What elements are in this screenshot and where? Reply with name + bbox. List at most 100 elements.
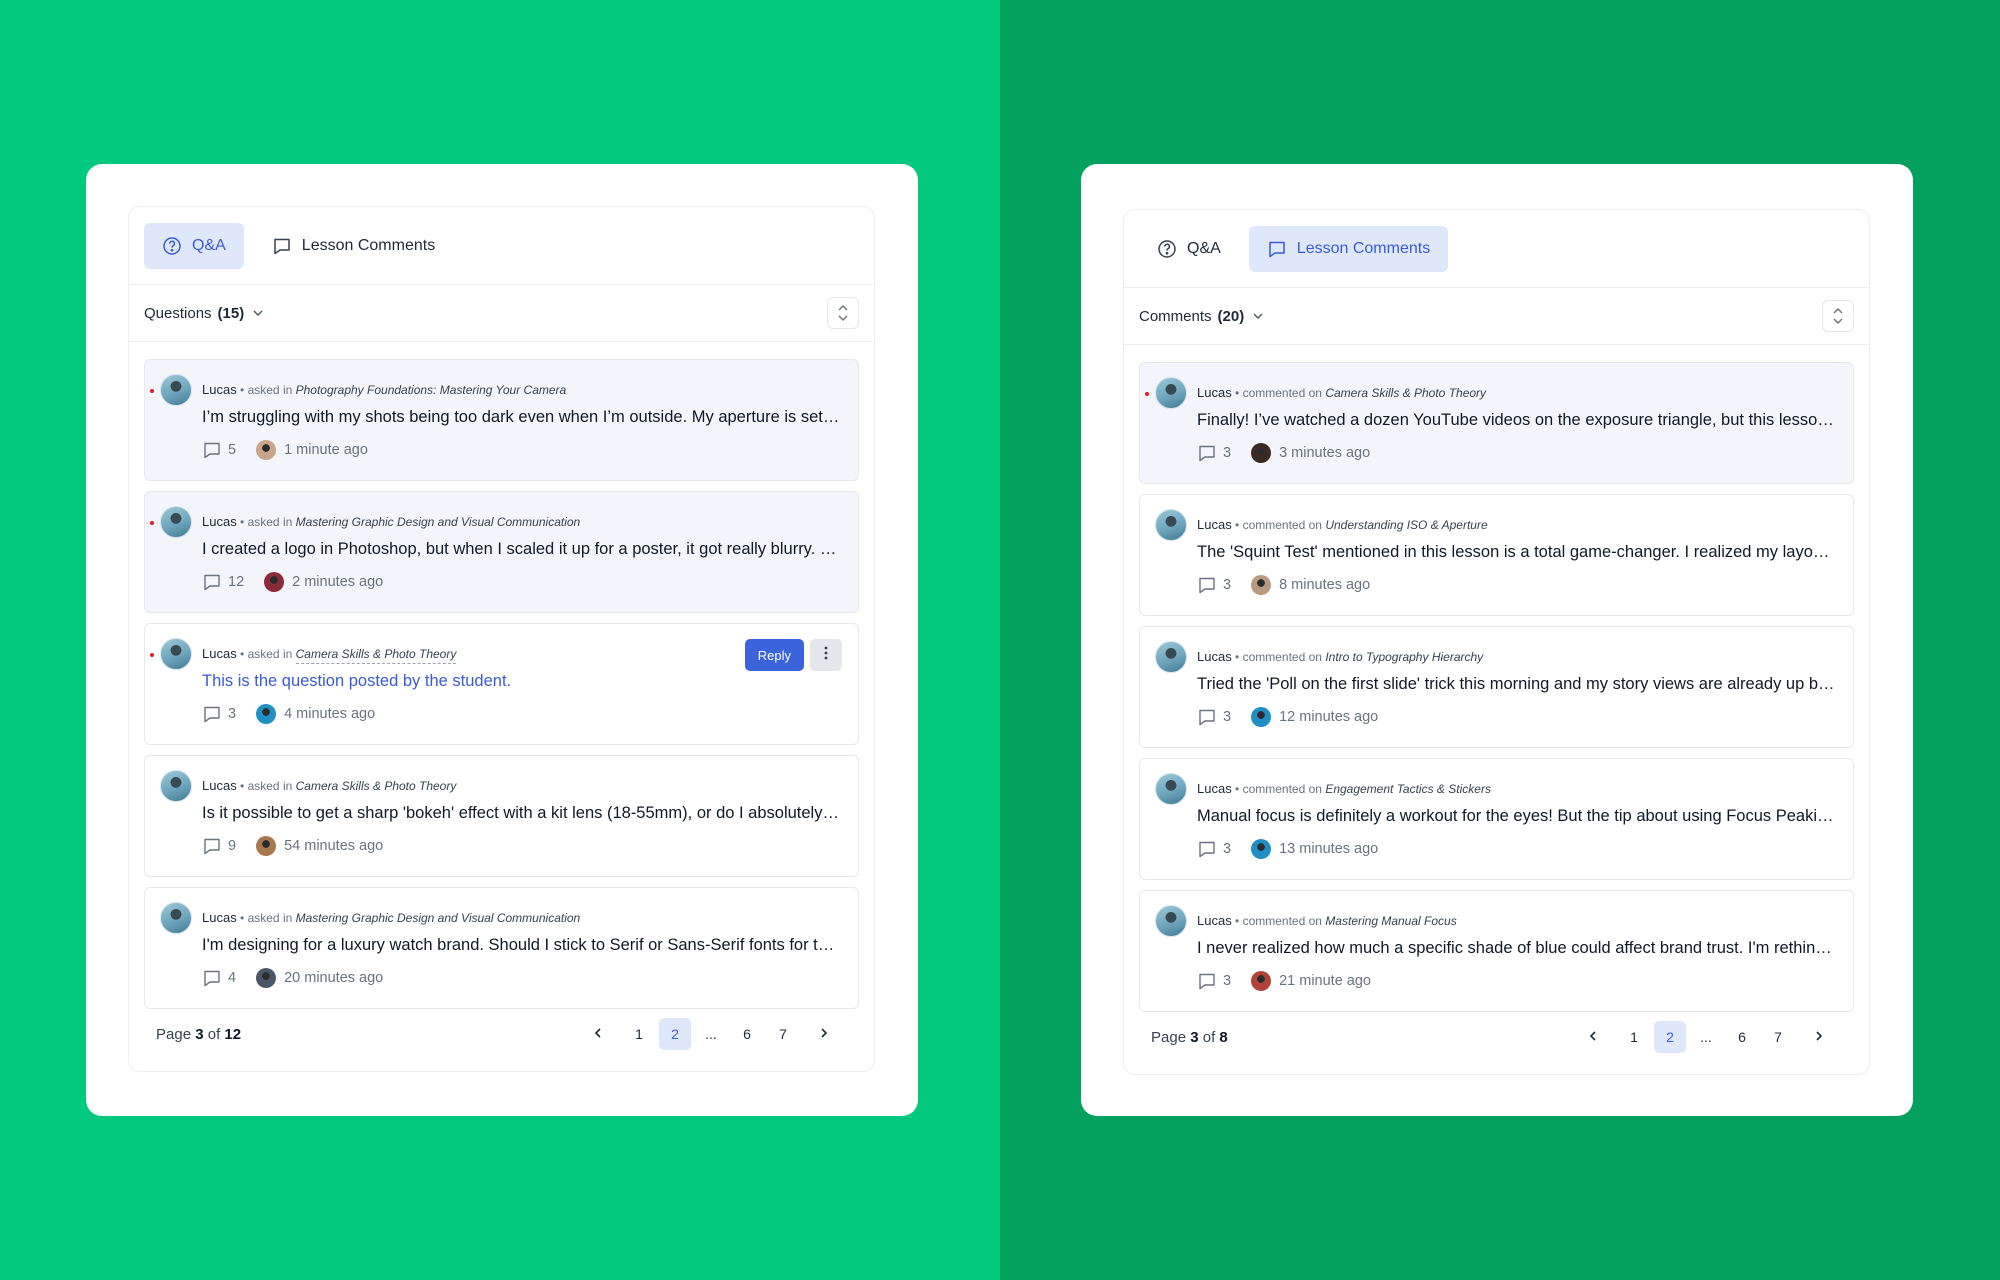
question-item[interactable]: Lucas • asked in Camera Skills & Photo T… <box>144 623 859 745</box>
more-options-button[interactable] <box>810 639 842 671</box>
prev-page-button[interactable] <box>1572 1021 1614 1053</box>
tab-lesson-comments[interactable]: Lesson Comments <box>1248 225 1449 272</box>
timestamp: 12 minutes ago <box>1279 709 1379 725</box>
item-text[interactable]: I'm designing for a luxury watch brand. … <box>202 936 842 955</box>
course-link[interactable]: Engagement Tactics & Stickers <box>1325 782 1491 796</box>
question-list: Lucas • asked in Photography Foundations… <box>129 342 874 1009</box>
author-name[interactable]: Lucas <box>1197 649 1232 664</box>
page-nav: 1 2... 6 7 <box>1572 1021 1840 1053</box>
tab-qa[interactable]: Q&A <box>1139 226 1239 272</box>
author-name[interactable]: Lucas <box>202 910 237 925</box>
course-link[interactable]: Intro to Typography Hierarchy <box>1325 650 1483 664</box>
sort-button[interactable] <box>1822 300 1854 332</box>
item-stats: 9 54 minutes ago <box>202 836 383 856</box>
comment-item[interactable]: Lucas • commented on Engagement Tactics … <box>1139 758 1854 880</box>
author-name[interactable]: Lucas <box>202 646 237 661</box>
next-page-button[interactable] <box>803 1018 845 1050</box>
author-name[interactable]: Lucas <box>202 514 237 529</box>
course-link[interactable]: Mastering Graphic Design and Visual Comm… <box>296 515 581 529</box>
comment-item[interactable]: Lucas • commented on Camera Skills & Pho… <box>1139 362 1854 484</box>
comment-icon <box>202 836 222 856</box>
last-reply-avatar <box>256 440 277 460</box>
filter-label: Comments <box>1139 307 1212 325</box>
avatar[interactable] <box>160 374 192 406</box>
item-text[interactable]: I never realized how much a specific sha… <box>1197 939 1837 958</box>
author-name[interactable]: Lucas <box>202 382 237 397</box>
item-text[interactable]: The 'Squint Test' mentioned in this less… <box>1197 543 1837 562</box>
tab-qa[interactable]: Q&A <box>144 222 244 269</box>
tab-lesson-comments[interactable]: Lesson Comments <box>254 223 453 269</box>
question-item[interactable]: Lucas • asked in Mastering Graphic Desig… <box>144 491 859 613</box>
item-actions: Reply <box>744 639 842 671</box>
last-reply-avatar <box>1251 707 1272 727</box>
page-button[interactable]: 6 <box>731 1018 763 1050</box>
comment-icon <box>1197 575 1217 595</box>
page-button[interactable]: 1 <box>1618 1021 1650 1053</box>
author-name[interactable]: Lucas <box>1197 385 1232 400</box>
meta-verb: • asked in <box>240 515 293 529</box>
avatar[interactable] <box>1155 773 1187 805</box>
author-name[interactable]: Lucas <box>1197 913 1232 928</box>
course-link[interactable]: Camera Skills & Photo Theory <box>296 779 457 793</box>
comment-item[interactable]: Lucas • commented on Mastering Manual Fo… <box>1139 890 1854 1012</box>
item-text[interactable]: Manual focus is definitely a workout for… <box>1197 807 1837 826</box>
sort-button[interactable] <box>827 297 859 329</box>
last-reply-avatar <box>264 572 285 592</box>
course-link[interactable]: Camera Skills & Photo Theory <box>295 647 457 664</box>
course-link[interactable]: Mastering Manual Focus <box>1325 914 1456 928</box>
tab-lesson-comments-label: Lesson Comments <box>1296 239 1431 257</box>
comment-item[interactable]: Lucas • commented on Intro to Typography… <box>1139 626 1854 748</box>
item-text[interactable]: I’m struggling with my shots being too d… <box>202 408 842 427</box>
comment-icon <box>1269 241 1285 257</box>
reply-count: 3 <box>1223 445 1232 461</box>
page-button[interactable]: 7 <box>1762 1021 1794 1053</box>
page-button[interactable]: 2 <box>1654 1021 1686 1053</box>
next-page-button[interactable] <box>1798 1021 1840 1053</box>
author-name[interactable]: Lucas <box>1197 781 1232 796</box>
unread-dot <box>1145 392 1149 396</box>
meta-verb: • asked in <box>240 647 293 661</box>
item-text[interactable]: This is the question posted by the stude… <box>202 672 842 691</box>
author-name[interactable]: Lucas <box>202 778 237 793</box>
course-link[interactable]: Understanding ISO & Aperture <box>1325 518 1487 532</box>
last-reply-avatar <box>1251 575 1272 595</box>
question-item[interactable]: Lucas • asked in Photography Foundations… <box>144 359 859 481</box>
page-button[interactable]: 6 <box>1726 1021 1758 1053</box>
comment-icon <box>1197 443 1217 463</box>
page-indicator: Page 3 of 12 <box>156 1026 241 1043</box>
avatar[interactable] <box>160 638 192 670</box>
comment-icon <box>202 968 222 988</box>
questions-filter-dropdown[interactable]: Questions (15) <box>144 305 266 322</box>
avatar[interactable] <box>1155 509 1187 541</box>
question-item[interactable]: Lucas • asked in Camera Skills & Photo T… <box>144 755 859 877</box>
tab-qa-label: Q&A <box>192 236 226 254</box>
item-meta: Lucas • commented on Mastering Manual Fo… <box>1197 913 1457 928</box>
comment-icon <box>274 238 290 254</box>
page-indicator: Page 3 of 8 <box>1151 1029 1228 1046</box>
comments-filter-dropdown[interactable]: Comments (20) <box>1139 308 1266 325</box>
avatar[interactable] <box>1155 641 1187 673</box>
reply-button[interactable]: Reply <box>744 639 804 671</box>
item-text[interactable]: I created a logo in Photoshop, but when … <box>202 540 842 559</box>
page-button[interactable]: 1 <box>623 1018 655 1050</box>
unread-dot <box>150 653 154 657</box>
avatar[interactable] <box>1155 377 1187 409</box>
avatar[interactable] <box>160 506 192 538</box>
avatar[interactable] <box>160 902 192 934</box>
course-link[interactable]: Camera Skills & Photo Theory <box>1325 386 1486 400</box>
author-name[interactable]: Lucas <box>1197 517 1232 532</box>
avatar[interactable] <box>1155 905 1187 937</box>
item-text[interactable]: Finally! I’ve watched a dozen YouTube vi… <box>1197 411 1837 430</box>
page-button[interactable]: 2 <box>659 1018 691 1050</box>
prev-page-button[interactable] <box>577 1018 619 1050</box>
item-text[interactable]: Tried the 'Poll on the first slide' tric… <box>1197 675 1837 694</box>
comment-item[interactable]: Lucas • commented on Understanding ISO &… <box>1139 494 1854 616</box>
page-button[interactable]: 7 <box>767 1018 799 1050</box>
item-text[interactable]: Is it possible to get a sharp 'bokeh' ef… <box>202 804 842 823</box>
course-link[interactable]: Photography Foundations: Mastering Your … <box>296 383 567 397</box>
avatar[interactable] <box>160 770 192 802</box>
chevron-right-icon <box>818 1026 830 1042</box>
chevron-down-icon <box>1253 313 1263 319</box>
course-link[interactable]: Mastering Graphic Design and Visual Comm… <box>296 911 581 925</box>
question-item[interactable]: Lucas • asked in Mastering Graphic Desig… <box>144 887 859 1009</box>
